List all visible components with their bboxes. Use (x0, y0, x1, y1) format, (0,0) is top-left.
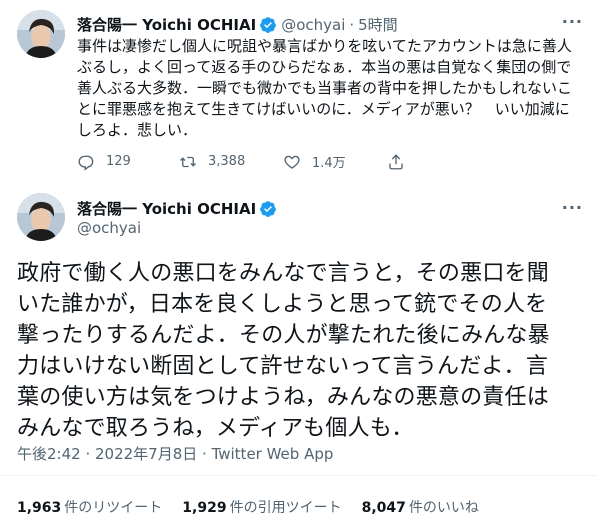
reply-count: 129 (106, 154, 131, 169)
stat-number: 8,047 (361, 500, 406, 516)
like-button[interactable]: 1.4万 (283, 152, 387, 171)
share-button[interactable] (387, 153, 405, 171)
retweet-count: 3,388 (208, 154, 246, 169)
author-name[interactable]: 落合陽一 Yoichi OCHIAI (77, 198, 256, 219)
quote-tweets-stat[interactable]: 1,929 件の引用ツイート (182, 497, 341, 517)
author-handle[interactable]: @ochyai (77, 219, 141, 237)
tweet-text-line: 葉の使い方は気をつけようね，みんなの悪意の責任は (17, 385, 549, 410)
avatar[interactable] (17, 10, 65, 58)
tweet-text: 事件は凄惨だし個人に呪詛や暴言ばかりを呟いてたアカウントは急に善人 ぶるし，よく… (77, 36, 583, 141)
share-icon (389, 153, 403, 169)
avatar[interactable] (17, 193, 65, 241)
tweet-text-line: 撃ったりするんだよ．その人が撃たれた後にみんな暴 (17, 323, 550, 348)
tweet-text: 政府で働く人の悪口をみんなで言うと，その悪口を聞 いた誰かが，日本を良くしようと… (17, 258, 583, 444)
divider (0, 475, 597, 476)
more-icon[interactable]: ··· (562, 198, 583, 217)
tweet-text-line: とに罪悪感を抱えて生きてけばいいのに．メディアが悪い？ いい加減に (77, 100, 570, 118)
separator-dot: · (349, 15, 355, 34)
tweet-text-line: みんなで取ろうね，メディアも個人も． (17, 416, 414, 441)
tweet-meta: 午後2:42 · 2022年7月8日 · Twitter Web App (17, 443, 333, 464)
tweet-actions: 129 3,388 1.4万 (77, 152, 405, 171)
tweet-text-line: しろよ．悲しい． (77, 121, 198, 139)
more-icon[interactable]: ··· (562, 12, 583, 31)
tweet-timestamp[interactable]: 午後2:42 · 2022年7月8日 · (17, 445, 212, 463)
stat-label: 件のリツイート (64, 500, 163, 516)
tweet-text-line: いた誰かが，日本を良くしようと思って銃でその人を (17, 292, 548, 317)
retweet-icon (180, 156, 196, 167)
author-handle[interactable]: @ochyai (281, 16, 345, 34)
verified-badge-icon (260, 200, 277, 217)
tweet-text-line: ぶるし，よく回って返る手のひらだなぁ．本当の悪は自覚なく集団の側で (77, 58, 572, 76)
verified-badge-icon (260, 16, 277, 33)
reply-icon (78, 155, 94, 171)
likes-stat[interactable]: 8,047 件のいいね (362, 497, 479, 517)
heart-icon (284, 155, 300, 169)
tweet-stats: 1,963 件のリツイート 1,929 件の引用ツイート 8,047 件のいいね (17, 497, 499, 517)
tweet-text-line: 力はいけない断固として許せないって言うんだよ．言 (17, 354, 549, 379)
tweet-time[interactable]: 5時間 (358, 14, 398, 35)
tweet-text-line: 善人ぶる大多数．一瞬でも微かでも当事者の背中を押したかもしれないこ (77, 79, 573, 97)
retweet-button[interactable]: 3,388 (179, 153, 283, 171)
retweets-stat[interactable]: 1,963 件のリツイート (17, 497, 162, 517)
tweet-text-line: 政府で働く人の悪口をみんなで言うと，その悪口を聞 (17, 261, 549, 286)
author-name[interactable]: 落合陽一 Yoichi OCHIAI (77, 14, 256, 35)
tweet-source[interactable]: Twitter Web App (212, 445, 334, 463)
stat-number: 1,929 (182, 500, 227, 516)
tweet-previous[interactable]: 落合陽一 Yoichi OCHIAI @ochyai · 5時間 ··· 事件は… (0, 0, 597, 181)
like-count: 1.4万 (312, 156, 346, 171)
stat-label: 件の引用ツイート (229, 500, 342, 516)
tweet-text-line: 事件は凄惨だし個人に呪詛や暴言ばかりを呟いてたアカウントは急に善人 (77, 37, 572, 55)
reply-button[interactable]: 129 (77, 153, 179, 171)
stat-label: 件のいいね (408, 500, 479, 516)
stat-number: 1,963 (17, 500, 62, 516)
